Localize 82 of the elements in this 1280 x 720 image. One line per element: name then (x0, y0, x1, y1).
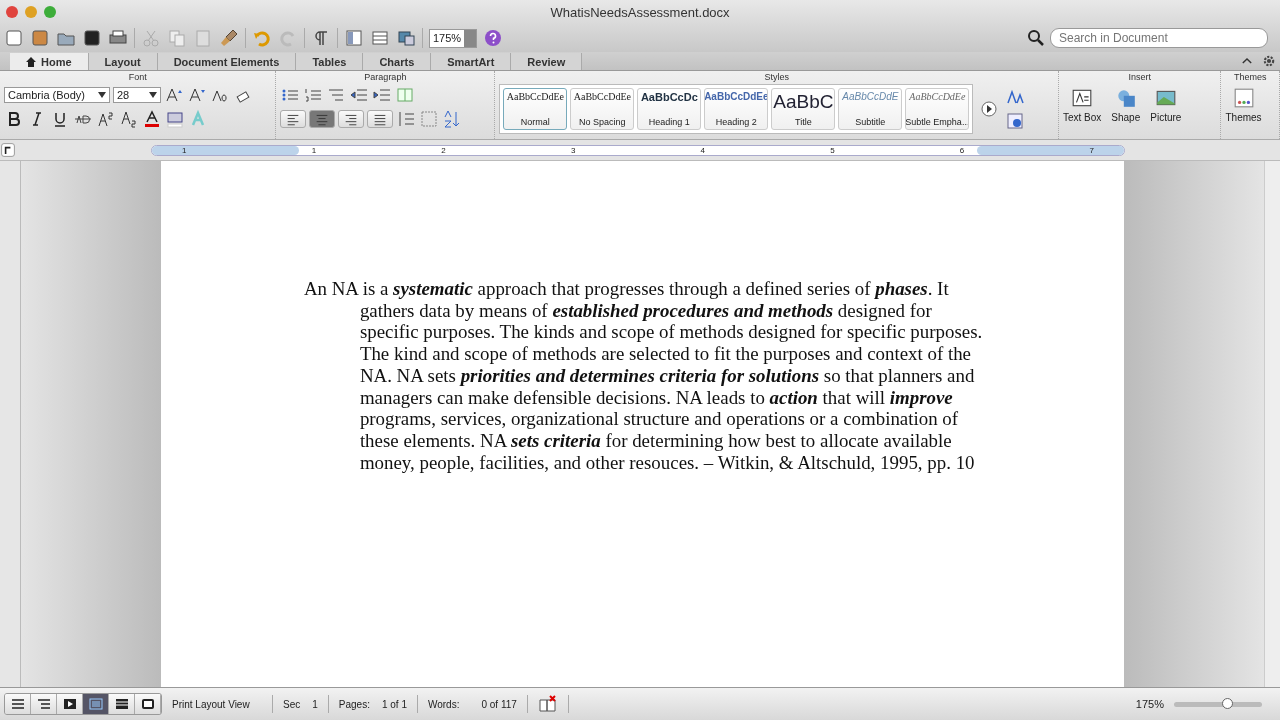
style-item[interactable]: AaBbC Title (771, 88, 836, 130)
view-lines-icon (10, 698, 25, 710)
sidebar-icon[interactable] (344, 28, 364, 48)
caret-icon[interactable] (149, 92, 157, 98)
grid-icon[interactable] (370, 28, 390, 48)
align-button[interactable] (367, 110, 394, 128)
help-icon[interactable] (483, 28, 504, 48)
font-size-field[interactable]: 28 (113, 87, 161, 103)
words-value: 0 of 117 (481, 698, 517, 710)
words-label: Words: (427, 698, 460, 710)
ruler-number: 5 (830, 145, 835, 155)
zoom-slider[interactable] (1174, 701, 1262, 707)
view-focus-icon (140, 698, 155, 710)
spelling-book-icon[interactable] (537, 694, 558, 714)
superscript-icon[interactable] (96, 109, 116, 129)
search-field[interactable]: Search in Document (1050, 28, 1268, 48)
group-title: Font (127, 71, 148, 83)
ribbon-tab[interactable]: Document Elements (157, 53, 297, 70)
style-item[interactable]: AaBbCcDdE Subtitle (838, 88, 903, 130)
ruler-number: 4 (700, 145, 705, 155)
ribbon-tab[interactable]: Review (511, 53, 583, 70)
window-title: WhatisNeedsAssessment.docx (550, 4, 730, 20)
zoom-dropdown[interactable]: 175% (429, 28, 478, 48)
zoom-thumb[interactable] (1221, 697, 1233, 709)
style-item[interactable]: AaBbCcDdEe Normal (503, 88, 568, 130)
themes-button[interactable]: Themes (1225, 87, 1262, 123)
pages-value: 1 of 1 (381, 698, 407, 710)
ruler-number: 1 (311, 145, 317, 155)
section-label: Sec (283, 698, 301, 710)
home-icon (26, 56, 36, 67)
ribbon-tab[interactable]: Layout (88, 53, 158, 70)
ruler-number: 7 (1089, 145, 1094, 155)
view-print-icon (88, 698, 103, 710)
group-title: Insert (1127, 71, 1152, 83)
manage-styles-icon[interactable] (1005, 110, 1026, 131)
new-document-icon[interactable] (4, 28, 24, 48)
view-pub-button[interactable] (57, 694, 83, 714)
style-item[interactable]: AaBbCcDc Heading 1 (637, 88, 702, 130)
group-title: Styles (763, 71, 790, 83)
ruler-number: 3 (570, 145, 576, 155)
insert-button[interactable]: Text Box (1062, 87, 1102, 123)
view-outline-icon (36, 698, 51, 710)
save-icon[interactable] (82, 28, 102, 48)
view-nb-icon (114, 698, 129, 710)
style-item[interactable]: AaBbCcDdEe Subtle Empha... (905, 88, 970, 130)
view-lines-button[interactable] (5, 694, 31, 714)
caret-icon[interactable] (98, 92, 106, 98)
view-outline-button[interactable] (31, 694, 57, 714)
zoom-value: 175% (1135, 698, 1164, 710)
view-name: Print Layout View (172, 698, 250, 710)
view-focus-button[interactable] (135, 694, 161, 714)
font-name-field[interactable]: Cambria (Body) (4, 87, 110, 103)
group-title: Paragraph (363, 71, 408, 83)
style-item[interactable]: AaBbCcDdEe Heading 2 (704, 88, 769, 130)
pages-label: Pages: (338, 698, 370, 710)
ribbon-tab[interactable]: Charts (363, 53, 432, 70)
vertical-scrollbar[interactable] (1264, 161, 1280, 687)
subscript-icon[interactable] (119, 109, 139, 129)
insert-button[interactable]: Shape (1111, 87, 1141, 123)
tab-stop-icon[interactable] (0, 142, 16, 158)
section-value: 1 (312, 698, 318, 710)
group-title: Themes (1233, 71, 1268, 83)
search-icon[interactable] (1026, 28, 1046, 48)
insert-button[interactable]: Picture (1150, 87, 1182, 123)
brush-icon[interactable] (219, 28, 239, 48)
ribbon-tab[interactable]: Home (10, 53, 89, 70)
font-color-icon[interactable] (142, 109, 162, 129)
media-icon[interactable] (396, 28, 416, 48)
gear-icon[interactable] (1262, 54, 1276, 68)
align-button[interactable] (338, 110, 365, 128)
ruler-number: 2 (441, 145, 446, 155)
document-paragraph: An NA is a systematic approach that progresses through a defined series of phases. It gathers data by means of established procedures and methods designed for specific purposes. The kinds and scope of methods designed for specific purposes. The kind and scope of methods are selected to fit the purposes and context of the NA. NA sets priorities and determines criteria for solutions so that planners and managers can make defensible decisions. NA leads to action that will improve programs, services, organizational structure and operations or a combination of these elements. NA sets criteria for determining how best to allocate available money, people, facilities, and other resouces. – Witkin, & Altschuld, 1995, pp. 10 (303, 278, 984, 474)
close-button[interactable] (6, 6, 18, 18)
ruler-number: 1 (182, 145, 187, 155)
style-item[interactable]: AaBbCcDdEe No Spacing (570, 88, 635, 130)
ribbon-tab[interactable]: Tables (296, 53, 364, 70)
view-pub-icon (62, 698, 77, 710)
align-button[interactable] (280, 110, 307, 128)
ruler-number: 6 (959, 145, 965, 155)
ribbon-tab[interactable]: SmartArt (431, 53, 512, 70)
align-button[interactable] (309, 110, 336, 128)
view-nb-button[interactable] (109, 694, 135, 714)
